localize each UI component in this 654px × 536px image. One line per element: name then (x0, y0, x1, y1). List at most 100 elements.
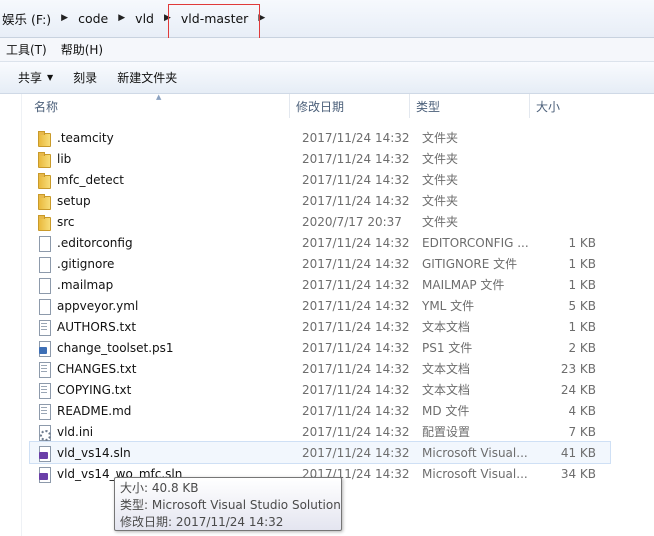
file-size: 5 KB (568, 298, 596, 313)
tooltip-modified: 修改日期: 2017/11/24 14:32 (120, 515, 284, 529)
file-name: .gitignore (57, 256, 115, 271)
file-row[interactable]: vld.ini 2017/11/24 14:32 配置设置 7 KB (30, 421, 610, 442)
address-bar[interactable]: 娱乐 (F:) ▶ code ▶ vld ▶ vld-master ▶ (0, 0, 654, 38)
file-size: 7 KB (568, 424, 596, 439)
breadcrumb-drive[interactable]: 娱乐 (F:) (0, 9, 53, 28)
file-size: 1 KB (568, 277, 596, 292)
file-row[interactable]: .editorconfig 2017/11/24 14:32 EDITORCONFI… (30, 232, 610, 253)
file-type: 文本文档 (422, 320, 471, 334)
file-date: 2017/11/24 14:32 (302, 256, 410, 271)
file-name: .editorconfig (57, 235, 133, 250)
file-name: setup (57, 193, 91, 208)
file-icon (36, 235, 52, 252)
chevron-right-icon[interactable]: ▶ (164, 13, 171, 23)
file-size: 41 KB (560, 445, 596, 460)
settings-file-icon (36, 424, 52, 441)
burn-button[interactable]: 刻录 (63, 69, 107, 86)
file-row[interactable]: COPYING.txt 2017/11/24 14:32 文本文档 24 KB (30, 379, 610, 400)
text-file-icon (36, 361, 52, 378)
folder-icon (36, 193, 52, 210)
file-row[interactable]: AUTHORS.txt 2017/11/24 14:32 文本文档 1 KB (30, 316, 610, 337)
column-header-type[interactable]: 类型 (410, 94, 530, 118)
file-icon (36, 277, 52, 294)
file-row[interactable]: CHANGES.txt 2017/11/24 14:32 文本文档 23 KB (30, 358, 610, 379)
file-date: 2017/11/24 14:32 (302, 298, 410, 313)
file-row[interactable]: .teamcity 2017/11/24 14:32 文件夹 (30, 127, 610, 148)
file-row[interactable]: README.md 2017/11/24 14:32 MD 文件 4 KB (30, 400, 610, 421)
folder-icon (36, 214, 52, 231)
file-type: PS1 文件 (422, 341, 473, 355)
file-row[interactable]: lib 2017/11/24 14:32 文件夹 (30, 148, 610, 169)
folder-icon (36, 130, 52, 147)
menu-help[interactable]: 帮助(H) (55, 41, 111, 58)
column-size-label: 大小 (536, 99, 561, 114)
share-button[interactable]: 共享 ▼ (0, 69, 63, 86)
text-file-icon (36, 319, 52, 336)
file-row[interactable]: vld_vs14.sln 2017/11/24 14:32 Microsoft Vi… (29, 441, 611, 464)
share-label: 共享 (18, 71, 43, 85)
file-date: 2017/11/24 14:32 (302, 277, 410, 292)
tooltip-size: 大小: 40.8 KB (120, 481, 199, 495)
file-size: 23 KB (560, 361, 596, 376)
file-name: mfc_detect (57, 172, 124, 187)
file-row[interactable]: change_toolset.ps1 2017/11/24 14:32 PS1 文件… (30, 337, 610, 358)
file-type: 文件夹 (422, 131, 459, 145)
file-type: GITIGNORE 文件 (422, 257, 518, 271)
file-date: 2017/11/24 14:32 (302, 130, 410, 145)
file-row[interactable]: .gitignore 2017/11/24 14:32 GITIGNORE 文件 1 … (30, 253, 610, 274)
file-name: COPYING.txt (57, 382, 132, 397)
breadcrumb-code[interactable]: code (76, 11, 110, 26)
file-name: CHANGES.txt (57, 361, 137, 376)
file-row[interactable]: setup 2017/11/24 14:32 文件夹 (30, 190, 610, 211)
file-date: 2017/11/24 14:32 (302, 445, 410, 460)
file-name: src (57, 214, 75, 229)
file-row[interactable]: appveyor.yml 2017/11/24 14:32 YML 文件 5 KB (30, 295, 610, 316)
file-row[interactable]: src 2020/7/17 20:37 文件夹 (30, 211, 610, 232)
file-size: 24 KB (560, 382, 596, 397)
folder-icon (36, 172, 52, 189)
file-list: .teamcity 2017/11/24 14:32 文件夹 lib 2017/11/2… (29, 127, 611, 484)
chevron-right-icon[interactable]: ▶ (258, 13, 265, 23)
column-header-size[interactable]: 大小 (530, 94, 610, 118)
text-file-icon (36, 403, 52, 420)
new-folder-button[interactable]: 新建文件夹 (107, 69, 187, 86)
file-size: 2 KB (568, 340, 596, 355)
solution-file-icon (36, 445, 52, 462)
file-date: 2017/11/24 14:32 (302, 340, 410, 355)
file-size: 4 KB (568, 403, 596, 418)
file-size: 34 KB (560, 466, 596, 481)
file-row[interactable]: mfc_detect 2017/11/24 14:32 文件夹 (30, 169, 610, 190)
file-date: 2017/11/24 14:32 (302, 193, 410, 208)
file-type: EDITORCONFIG ... (422, 235, 529, 250)
text-file-icon (36, 382, 52, 399)
folder-icon (36, 151, 52, 168)
navigation-pane (0, 94, 22, 536)
file-type: Microsoft Visual... (422, 445, 528, 460)
file-name: lib (57, 151, 72, 166)
file-name: .teamcity (57, 130, 114, 145)
sort-ascending-icon: ▲ (156, 93, 162, 101)
file-type: 文件夹 (422, 152, 459, 166)
file-type: MD 文件 (422, 404, 470, 418)
file-name: vld_vs14.sln (57, 445, 131, 460)
menu-tools[interactable]: 工具(T) (0, 41, 55, 58)
dropdown-arrow-icon: ▼ (47, 73, 54, 82)
column-header-date[interactable]: 修改日期 (290, 94, 410, 118)
file-size: 1 KB (568, 256, 596, 271)
file-row[interactable]: .mailmap 2017/11/24 14:32 MAILMAP 文件 1 KB (30, 274, 610, 295)
file-name: vld.ini (57, 424, 94, 439)
breadcrumb-vld[interactable]: vld (133, 11, 156, 26)
file-size: 1 KB (568, 319, 596, 334)
file-name: README.md (57, 403, 132, 418)
file-type: MAILMAP 文件 (422, 278, 505, 292)
chevron-right-icon[interactable]: ▶ (118, 13, 125, 23)
column-header-name[interactable]: 名称 ▲ (22, 93, 290, 118)
file-date: 2017/11/24 14:32 (302, 319, 410, 334)
file-name: change_toolset.ps1 (57, 340, 174, 355)
file-date: 2017/11/24 14:32 (302, 361, 410, 376)
breadcrumb-vld-master[interactable]: vld-master (179, 11, 250, 26)
solution-file-icon (36, 466, 52, 483)
file-name: .mailmap (57, 277, 114, 292)
chevron-right-icon[interactable]: ▶ (61, 13, 68, 23)
breadcrumb: 娱乐 (F:) ▶ code ▶ vld ▶ vld-master ▶ (0, 6, 273, 30)
